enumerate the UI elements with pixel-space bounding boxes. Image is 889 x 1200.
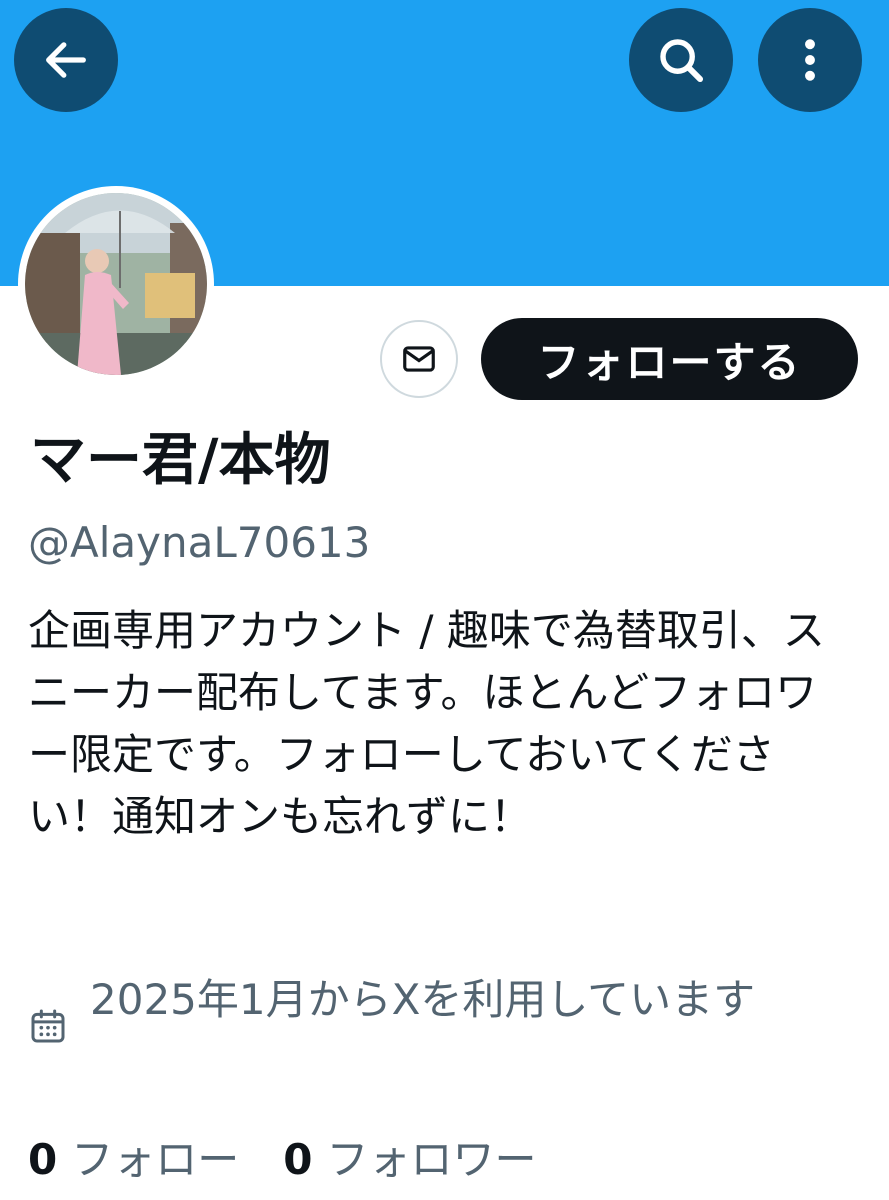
join-date: 2025年1月からXを利用しています [28, 970, 858, 1046]
avatar[interactable] [18, 186, 214, 382]
message-button[interactable] [380, 320, 458, 398]
avatar-image [25, 193, 207, 375]
following-link[interactable]: 0 フォロー [28, 1130, 239, 1190]
calendar-icon [31, 1009, 65, 1043]
mail-icon [403, 346, 435, 372]
profile-bio: 企画専用アカウント / 趣味で為替取引、スニーカー配布してます。ほとんどフォロワ… [28, 606, 825, 841]
follow-button[interactable]: フォローする [481, 318, 858, 400]
followers-link[interactable]: 0 フォロワー [283, 1130, 536, 1190]
back-button[interactable] [14, 8, 118, 112]
arrow-left-icon [46, 42, 86, 78]
join-date-text: 2025年1月からXを利用しています [90, 975, 756, 1024]
display-name: マー君/本物 [30, 428, 331, 493]
search-icon [660, 39, 704, 83]
profile-stats: 0 フォロー 0 フォロワー [28, 1130, 581, 1190]
more-vertical-icon [805, 39, 815, 81]
followers-label: フォロワー [326, 1135, 537, 1184]
following-label: フォロー [71, 1135, 240, 1184]
followers-count: 0 [283, 1135, 313, 1184]
following-count: 0 [28, 1135, 58, 1184]
user-handle: @AlaynaL70613 [28, 518, 371, 567]
search-button[interactable] [629, 8, 733, 112]
more-options-button[interactable] [758, 8, 862, 112]
